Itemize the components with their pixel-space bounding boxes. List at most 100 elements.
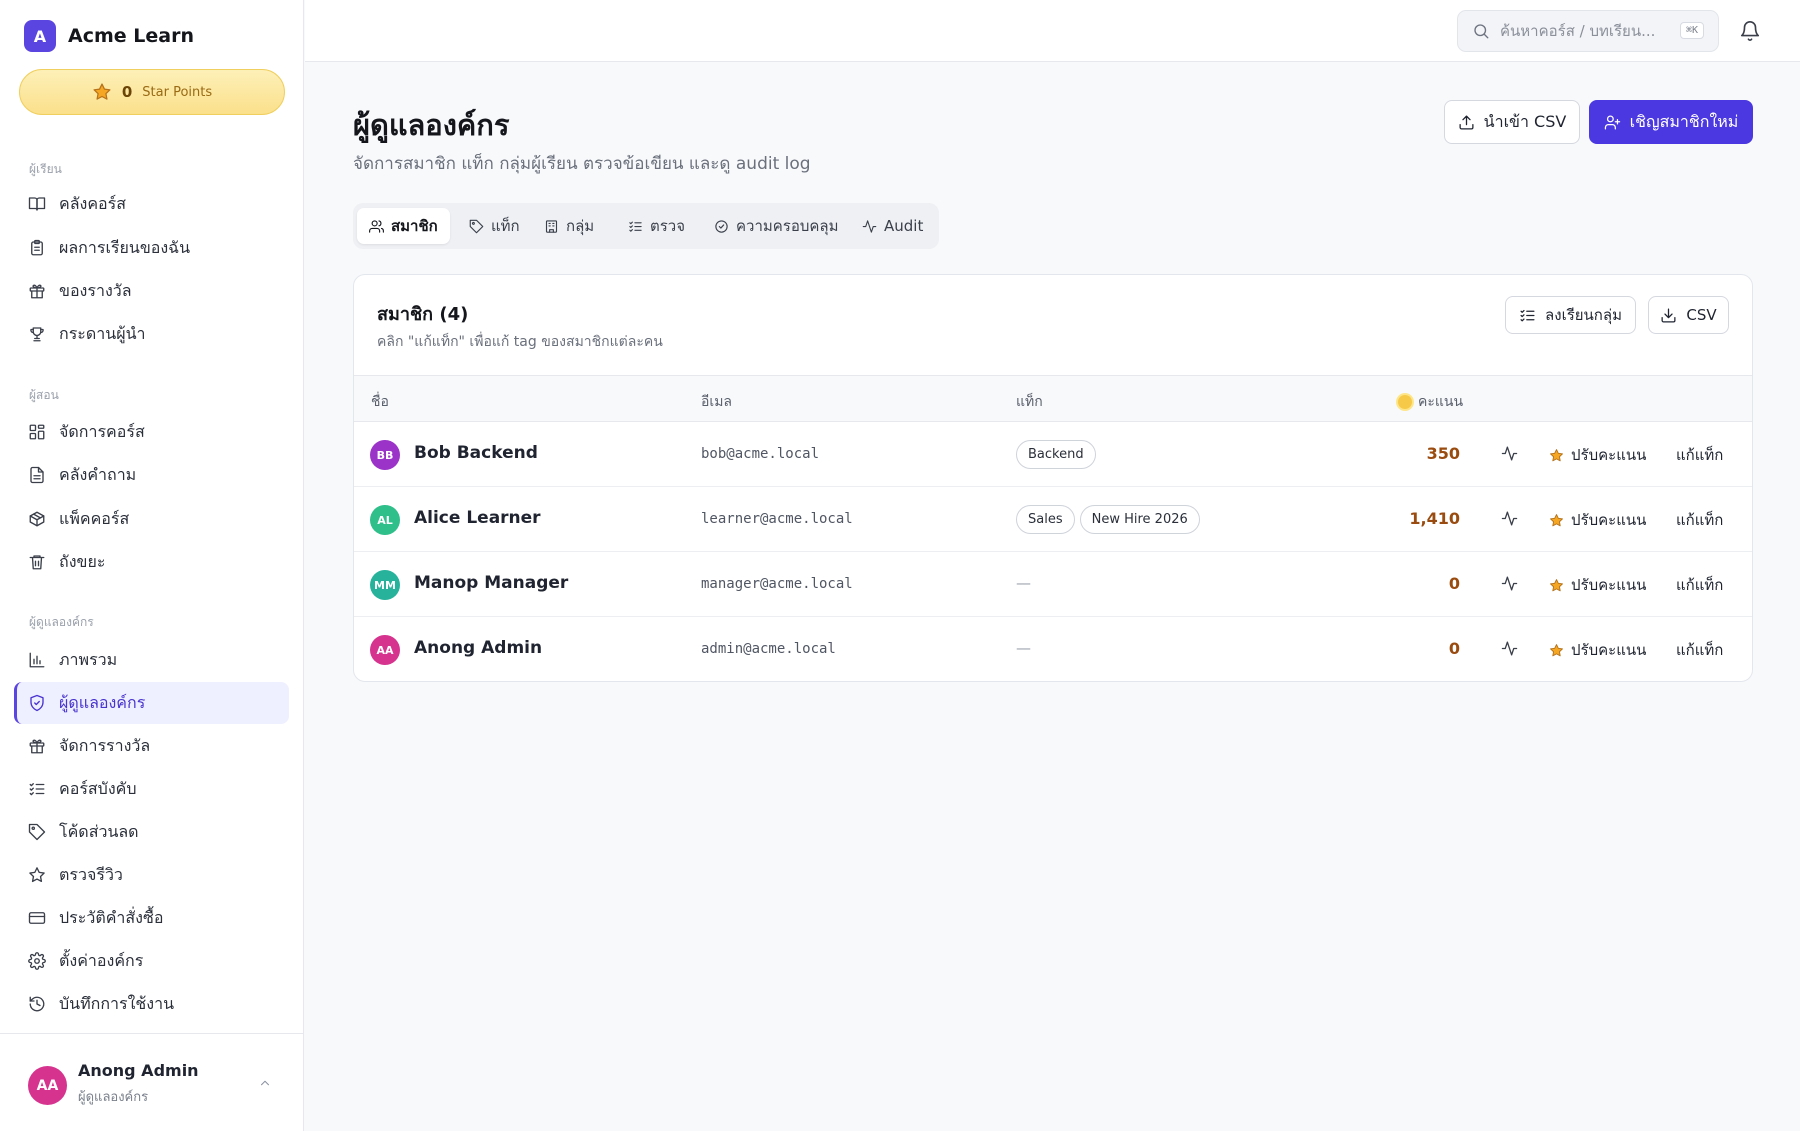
search-box[interactable]: ⌘K (1457, 10, 1719, 52)
sidebar-item-overview[interactable]: ภาพรวม (14, 639, 289, 681)
sidebar-item-rewards[interactable]: ของรางวัล (14, 270, 289, 312)
table-row: MM Manop Manager manager@acme.local — 0 ปรับค… (354, 552, 1752, 617)
upload-icon (1458, 114, 1475, 131)
export-csv-button[interactable]: CSV (1648, 296, 1729, 334)
member-email: manager@acme.local (701, 576, 853, 592)
star-icon (1549, 578, 1564, 593)
member-email: admin@acme.local (701, 641, 836, 657)
sidebar-item-label: ประวัติคำสั่งซื้อ (59, 907, 164, 927)
member-points: 0 (1448, 574, 1460, 593)
tab-coverage[interactable]: ความครอบคลุม (702, 208, 851, 244)
sidebar-item-required-courses[interactable]: คอร์สบังคับ (14, 768, 289, 810)
tag-chip: Sales (1016, 505, 1075, 534)
member-points: 350 (1426, 444, 1460, 463)
member-points: 1,410 (1409, 509, 1460, 528)
sidebar-item-question-bank[interactable]: คลังคำถาม (14, 454, 289, 496)
tab-label: ตรวจ (650, 217, 686, 235)
adjust-points-button[interactable]: ปรับคะแนน (1549, 573, 1646, 597)
top-bar: ⌘K (305, 0, 1800, 62)
sidebar-item-label: ผู้ดูแลองค์กร (59, 692, 146, 712)
tab-label: Audit (884, 217, 924, 235)
user-menu[interactable]: AA Anong Admin ผู้ดูแลองค์กร (0, 1033, 304, 1131)
brand-logo: A (24, 20, 56, 52)
sidebar: A Acme Learn 0 Star Points ผู้เรียน คลัง… (0, 0, 304, 1131)
edit-tags-button[interactable]: แก้แท็ก (1676, 508, 1723, 532)
tab-label: แท็ก (491, 217, 520, 235)
tag-icon (469, 219, 484, 234)
sidebar-item-activity-log[interactable]: บันทึกการใช้งาน (14, 983, 289, 1025)
user-role: ผู้ดูแลองค์กร (78, 1090, 149, 1105)
adjust-points-button[interactable]: ปรับคะแนน (1549, 638, 1646, 662)
sidebar-item-org-admin[interactable]: ผู้ดูแลองค์กร (14, 682, 289, 724)
chevron-up-icon[interactable] (258, 1076, 272, 1090)
sidebar-item-org-settings[interactable]: ตั้งค่าองค์กร (14, 940, 289, 982)
users-icon (369, 219, 384, 234)
sidebar-item-manage-rewards[interactable]: จัดการรางวัล (14, 725, 289, 767)
table-row: AL Alice Learner learner@acme.local Sales Ne… (354, 487, 1752, 552)
user-plus-icon (1604, 114, 1621, 131)
sidebar-item-label: บันทึกการใช้งาน (59, 993, 174, 1013)
sidebar-item-label: ตรวจรีวิว (59, 864, 123, 884)
history-icon (28, 995, 46, 1013)
members-card-subtitle: คลิก "แก้แท็ก" เพื่อแก้ tag ของสมาชิกแต่… (377, 334, 663, 350)
sidebar-item-label: ตั้งค่าองค์กร (59, 950, 144, 970)
activity-icon[interactable] (1501, 445, 1518, 462)
sidebar-item-course-packs[interactable]: แพ็คคอร์ส (14, 498, 289, 540)
activity-icon[interactable] (1501, 640, 1518, 657)
member-name: Anong Admin (414, 638, 543, 658)
sidebar-item-label: จัดการรางวัล (59, 735, 151, 755)
download-icon (1660, 307, 1677, 324)
sidebar-item-course-library[interactable]: คลังคอร์ส (14, 183, 289, 225)
invite-member-button[interactable]: เชิญสมาชิกใหม่ (1589, 100, 1753, 144)
tab-groups[interactable]: กลุ่ม (532, 208, 606, 244)
sidebar-item-label: ผลการเรียนของฉัน (59, 237, 191, 257)
adjust-points-button[interactable]: ปรับคะแนน (1549, 443, 1646, 467)
column-header-points-label: คะแนน (1418, 394, 1464, 410)
search-icon (1472, 22, 1490, 40)
table-row: AA Anong Admin admin@acme.local — 0 ปรับคะแนน… (354, 617, 1752, 681)
bell-icon[interactable] (1739, 20, 1761, 42)
star-points-pill[interactable]: 0 Star Points (19, 69, 285, 115)
adjust-points-label: ปรับคะแนน (1571, 641, 1647, 659)
edit-tags-button[interactable]: แก้แท็ก (1676, 638, 1723, 662)
sidebar-item-order-history[interactable]: ประวัติคำสั่งซื้อ (14, 897, 289, 939)
activity-icon[interactable] (1501, 510, 1518, 527)
sidebar-item-label: ถังขยะ (59, 551, 106, 571)
sidebar-item-label: โค้ดส่วนลด (59, 821, 139, 841)
brand[interactable]: A Acme Learn (24, 20, 194, 52)
export-csv-label: CSV (1686, 306, 1717, 324)
tag-list: Sales New Hire 2026 (1016, 505, 1200, 534)
sidebar-item-label: คลังคำถาม (59, 464, 137, 484)
tab-tags[interactable]: แท็ก (457, 208, 532, 244)
star-icon (1549, 643, 1564, 658)
sidebar-item-label: คลังคอร์ส (59, 193, 126, 213)
sidebar-item-manage-courses[interactable]: จัดการคอร์ส (14, 411, 289, 453)
sidebar-item-label: จัดการคอร์ส (59, 421, 145, 441)
adjust-points-button[interactable]: ปรับคะแนน (1549, 508, 1646, 532)
building-icon (544, 219, 559, 234)
activity-icon[interactable] (1501, 575, 1518, 592)
avatar: BB (370, 440, 400, 470)
tab-grading[interactable]: ตรวจ (616, 208, 697, 244)
group-enroll-button[interactable]: ลงเรียนกลุ่ม (1505, 296, 1636, 334)
tab-label: สมาชิก (391, 217, 438, 235)
sidebar-item-my-results[interactable]: ผลการเรียนของฉัน (14, 227, 289, 269)
edit-tags-button[interactable]: แก้แท็ก (1676, 573, 1723, 597)
star-points-value: 0 (121, 83, 133, 101)
page-subtitle: จัดการสมาชิก แท็ก กลุ่มผู้เรียน ตรวจข้อเ… (353, 154, 811, 174)
members-card: สมาชิก (4) คลิก "แก้แท็ก" เพื่อแก้ tag ข… (353, 274, 1753, 682)
sidebar-item-discount-codes[interactable]: โค้ดส่วนลด (14, 811, 289, 853)
sidebar-item-leaderboard[interactable]: กระดานผู้นำ (14, 313, 289, 355)
tab-members[interactable]: สมาชิก (357, 208, 450, 244)
sidebar-item-label: ของรางวัล (59, 280, 132, 300)
tab-audit[interactable]: Audit (850, 208, 935, 244)
edit-tags-button[interactable]: แก้แท็ก (1676, 443, 1723, 467)
file-text-icon (28, 466, 46, 484)
list-checks-icon (1519, 307, 1536, 324)
search-input[interactable] (1500, 22, 1675, 40)
settings-icon (28, 952, 46, 970)
sidebar-item-trash[interactable]: ถังขยะ (14, 541, 289, 583)
sidebar-item-review-moderation[interactable]: ตรวจรีวิว (14, 854, 289, 896)
list-checks-icon (628, 219, 643, 234)
import-csv-button[interactable]: นำเข้า CSV (1444, 100, 1580, 144)
